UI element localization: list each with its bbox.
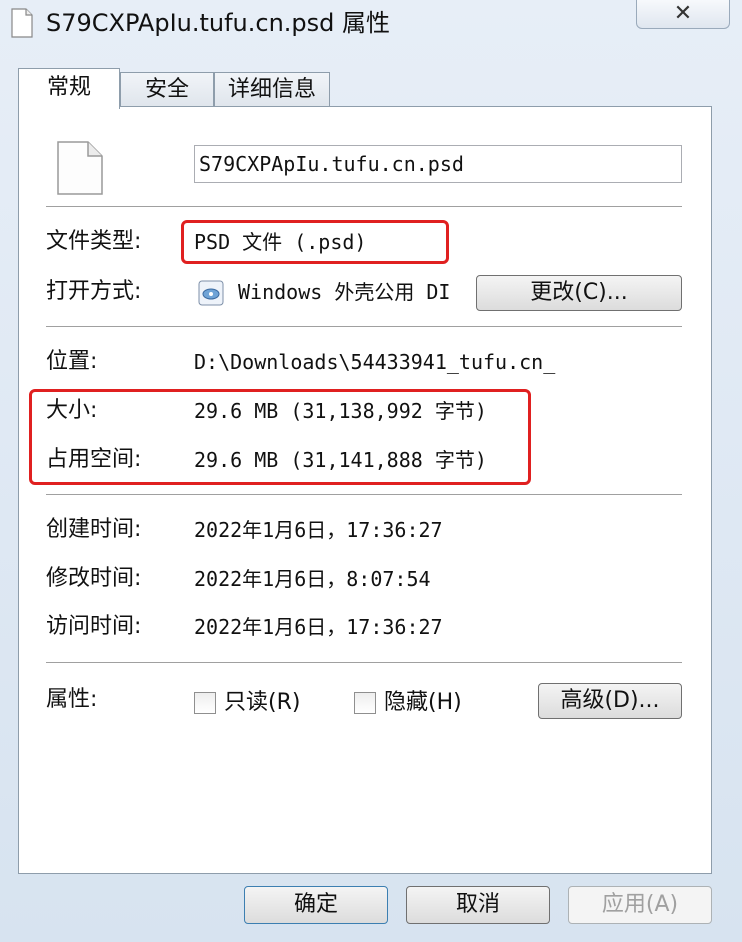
tab-details[interactable]: 详细信息: [214, 72, 330, 107]
change-button[interactable]: 更改(C)...: [476, 275, 682, 311]
close-button[interactable]: ✕: [636, 0, 730, 29]
advanced-button[interactable]: 高级(D)...: [538, 683, 682, 719]
created-value: 2022年1月6日，17:36:27: [194, 518, 443, 542]
hidden-label[interactable]: 隐藏(H): [384, 689, 462, 717]
window-title: S79CXPApIu.tufu.cn.psd 属性: [46, 9, 391, 37]
accessed-label: 访问时间:: [46, 614, 142, 639]
title-bar[interactable]: S79CXPApIu.tufu.cn.psd 属性 ✕: [0, 0, 742, 46]
attributes-label: 属性:: [46, 687, 98, 712]
shell-app-icon: [198, 280, 224, 306]
properties-window: S79CXPApIu.tufu.cn.psd 属性 ✕ 常规 安全 详细信息 S…: [0, 0, 742, 942]
hidden-checkbox[interactable]: [354, 692, 376, 714]
ok-button[interactable]: 确定: [244, 886, 388, 924]
apply-button[interactable]: 应用(A): [568, 886, 712, 924]
close-icon: ✕: [673, 1, 693, 26]
location-label: 位置:: [46, 349, 98, 374]
cancel-button[interactable]: 取消: [406, 886, 550, 924]
tab-general[interactable]: 常规: [18, 68, 120, 109]
readonly-checkbox[interactable]: [194, 692, 216, 714]
created-label: 创建时间:: [46, 517, 142, 542]
divider: [46, 662, 682, 664]
modified-value: 2022年1月6日，8:07:54: [194, 567, 431, 591]
highlight-box: [181, 220, 449, 264]
divider: [46, 206, 682, 208]
opens-with-value: Windows 外壳公用 DI: [238, 280, 451, 304]
file-type-label: 文件类型:: [46, 229, 142, 254]
accessed-value: 2022年1月6日，17:36:27: [194, 615, 443, 639]
readonly-label[interactable]: 只读(R): [224, 689, 300, 717]
divider: [46, 326, 682, 328]
modified-label: 修改时间:: [46, 566, 142, 591]
file-name-field[interactable]: S79CXPApIu.tufu.cn.psd: [194, 145, 682, 183]
tab-security[interactable]: 安全: [120, 72, 214, 107]
file-icon: [57, 141, 103, 195]
location-value: D:\Downloads\54433941_tufu.cn_: [194, 350, 556, 374]
divider: [46, 494, 682, 496]
highlight-box: [29, 389, 531, 485]
opens-with-label: 打开方式:: [46, 279, 142, 304]
file-icon: [11, 8, 33, 38]
